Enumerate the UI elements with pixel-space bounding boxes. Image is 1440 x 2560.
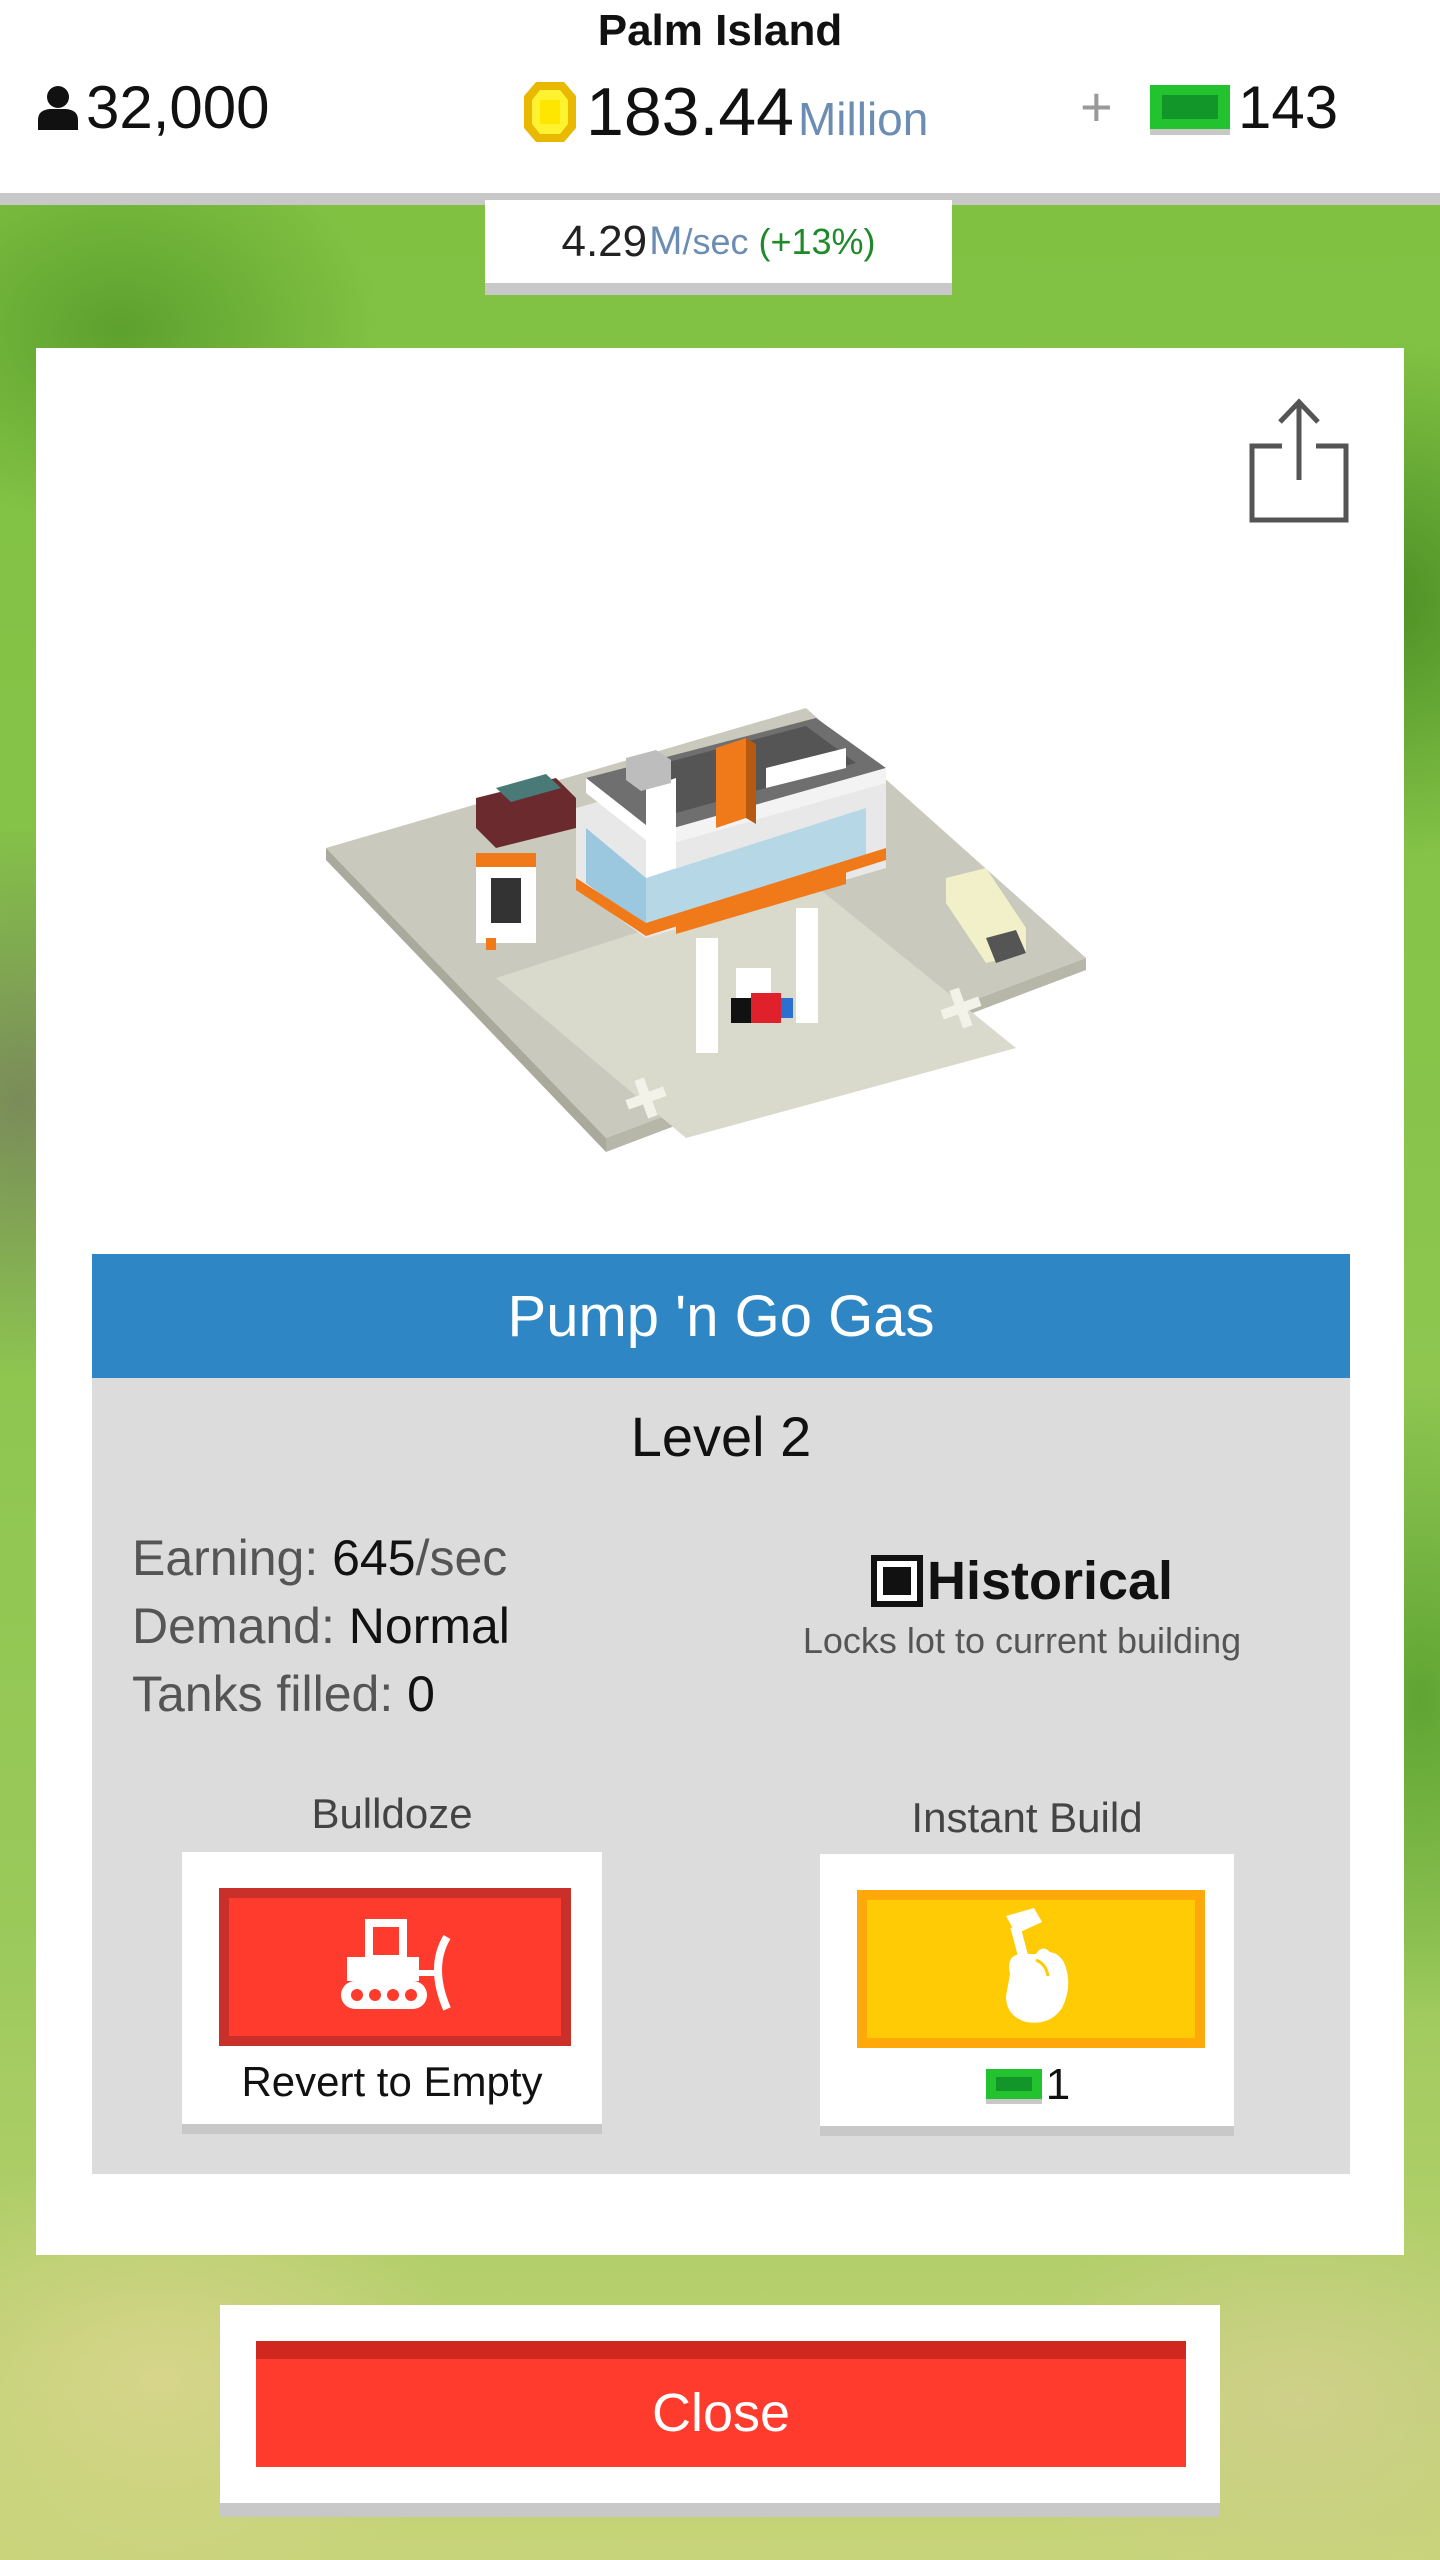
earning-value: 645 — [332, 1530, 416, 1586]
income-rate-suffix: /sec — [682, 220, 749, 262]
hammer-hand-icon — [1006, 1908, 1069, 2023]
bulldoze-card: Revert to Empty — [182, 1852, 602, 2134]
bulldoze-caption: Revert to Empty — [241, 2058, 543, 2105]
island-name: Palm Island — [597, 6, 843, 55]
population-value: 32,000 — [86, 73, 270, 141]
historical-checkbox[interactable] — [870, 1555, 923, 1607]
income-rate-unit: M — [649, 219, 683, 263]
income-bonus: (+13%) — [758, 220, 876, 262]
instant-build-cost-value: 1 — [1045, 2060, 1071, 2109]
buy-cash-button[interactable]: + — [1080, 74, 1113, 139]
share-icon[interactable] — [1244, 396, 1354, 526]
building-info-card: Pump 'n Go Gas Level 2 Earning: 645/sec … — [92, 1254, 1350, 2174]
demand-value: Normal — [348, 1598, 510, 1654]
demand-label: Demand: — [132, 1598, 349, 1654]
income-rate-value: 4.29 — [561, 216, 648, 266]
earning-unit: /sec — [415, 1530, 508, 1586]
building-name: Pump 'n Go Gas — [92, 1254, 1350, 1378]
earning-label: Earning: — [132, 1530, 333, 1586]
checkbox-fill — [882, 1567, 911, 1595]
coin-icon — [524, 82, 576, 142]
instant-build-label: Instant Build — [911, 1794, 1143, 1841]
instant-build-button[interactable] — [857, 1890, 1205, 2048]
coins-unit: Million — [797, 93, 929, 145]
tanks-value: 0 — [407, 1666, 435, 1722]
building-panel: Pump 'n Go Gas Level 2 Earning: 645/sec … — [36, 348, 1404, 2255]
income-rate: 4.29 M /sec (+13%) — [485, 200, 952, 295]
close-frame: Close — [220, 2305, 1220, 2517]
cash-value: 143 — [1238, 73, 1339, 141]
instant-build-card: 1 — [820, 1854, 1234, 2136]
tanks-stat: Tanks filled: 0 — [132, 1660, 510, 1728]
green-cash-icon — [1150, 85, 1230, 135]
building-level: Level 2 — [630, 1405, 812, 1468]
close-button[interactable]: Close — [256, 2341, 1186, 2467]
person-icon — [38, 86, 78, 130]
tanks-label: Tanks filled: — [132, 1666, 408, 1722]
population-counter: 32,000 — [36, 72, 270, 142]
instant-build-cost: 1 — [820, 2060, 1234, 2110]
top-bar: Palm Island 32,000 183.44 Million + 143 — [0, 0, 1440, 205]
historical-option: Historical Locks lot to current building — [782, 1550, 1262, 1662]
green-cash-icon — [985, 2069, 1042, 2104]
historical-label: Historical — [926, 1551, 1174, 1611]
coins-counter: 183.44 Million — [522, 72, 928, 152]
bulldoze-label: Bulldoze — [311, 1790, 473, 1837]
historical-description: Locks lot to current building — [802, 1620, 1242, 1661]
demand-stat: Demand: Normal — [132, 1592, 510, 1660]
gas-station-illustration — [326, 708, 1086, 1152]
bulldozer-icon — [341, 1919, 451, 2011]
bulldoze-button[interactable] — [219, 1888, 571, 2046]
coins-value: 183.44 — [586, 74, 794, 150]
cash-counter: 143 — [1148, 72, 1338, 142]
earning-stat: Earning: 645/sec — [132, 1524, 510, 1592]
building-stats: Earning: 645/sec Demand: Normal Tanks fi… — [132, 1524, 510, 1728]
